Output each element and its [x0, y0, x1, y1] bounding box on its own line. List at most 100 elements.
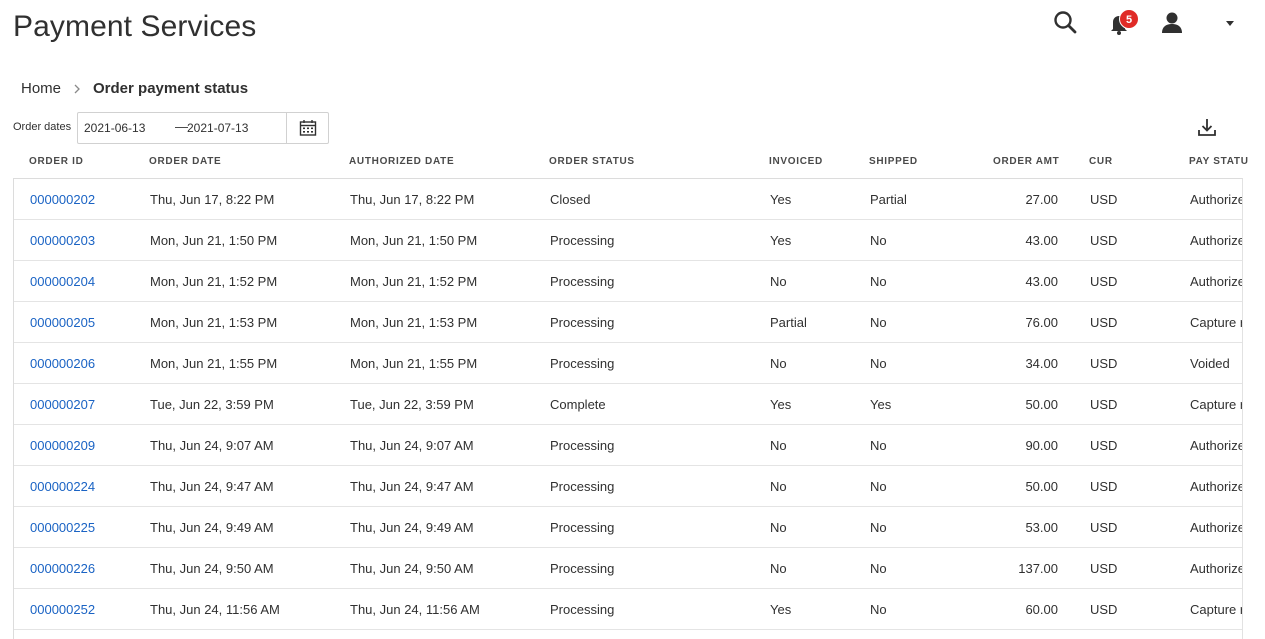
table-row[interactable]: 000000226 Thu, Jun 24, 9:50 AM Thu, Jun 24…	[14, 548, 1242, 589]
order-amount-cell: 50.00	[1025, 397, 1058, 412]
chevron-down-icon[interactable]	[1223, 16, 1237, 30]
order-id-link[interactable]: 000000204	[30, 274, 95, 289]
column-header-invoiced[interactable]: INVOICED	[769, 156, 823, 167]
invoiced-cell: Yes	[770, 602, 792, 617]
column-header-order-amt[interactable]: ORDER AMT	[993, 156, 1059, 167]
invoiced-cell: No	[770, 561, 787, 576]
order-date-cell: Mon, Jun 21, 1:52 PM	[150, 274, 278, 289]
pay-status-cell: Authorize	[1190, 274, 1243, 289]
page-title: Payment Services	[13, 10, 257, 43]
order-status-cell: Processing	[550, 602, 615, 617]
column-header-order-id[interactable]: ORDER ID	[29, 156, 84, 167]
invoiced-cell: No	[770, 438, 787, 453]
pay-status-cell: Authorize	[1190, 438, 1243, 453]
authorized-date-cell: Thu, Jun 24, 11:56 AM	[350, 602, 480, 617]
order-status-cell: Processing	[550, 356, 615, 371]
order-id-link[interactable]: 000000205	[30, 315, 95, 330]
search-icon[interactable]	[1053, 10, 1079, 36]
download-icon[interactable]	[1196, 116, 1218, 138]
order-status-cell: Processing	[550, 274, 615, 289]
currency-cell: USD	[1090, 561, 1118, 576]
table-row[interactable]: 000000209 Thu, Jun 24, 9:07 AM Thu, Jun 24…	[14, 425, 1242, 466]
shipped-cell: No	[870, 438, 887, 453]
breadcrumb-home[interactable]: Home	[21, 80, 61, 97]
order-id-link[interactable]: 000000226	[30, 561, 95, 576]
table-row[interactable]: 000000206 Mon, Jun 21, 1:55 PM Mon, Jun 21…	[14, 343, 1242, 384]
table-row[interactable]: 000000207 Tue, Jun 22, 3:59 PM Tue, Jun 22…	[14, 384, 1242, 425]
currency-cell: USD	[1090, 356, 1118, 371]
order-id-link[interactable]: 000000207	[30, 397, 95, 412]
authorized-date-cell: Mon, Jun 21, 1:52 PM	[350, 274, 478, 289]
column-header-shipped[interactable]: SHIPPED	[869, 156, 918, 167]
column-header-pay-status[interactable]: PAY STATU	[1189, 156, 1249, 167]
shipped-cell: No	[870, 561, 887, 576]
calendar-icon[interactable]	[286, 113, 328, 143]
date-from-input[interactable]	[84, 113, 170, 143]
pay-status-cell: Authorize	[1190, 520, 1243, 535]
notification-badge[interactable]: 5	[1119, 9, 1139, 29]
order-date-cell: Mon, Jun 21, 1:55 PM	[150, 356, 278, 371]
pay-status-cell: Capture r	[1190, 397, 1243, 412]
currency-cell: USD	[1090, 602, 1118, 617]
order-amount-cell: 60.00	[1025, 602, 1058, 617]
authorized-date-cell: Thu, Jun 24, 9:07 AM	[350, 438, 474, 453]
currency-cell: USD	[1090, 315, 1118, 330]
shipped-cell: No	[870, 233, 887, 248]
shipped-cell: No	[870, 602, 887, 617]
currency-cell: USD	[1090, 274, 1118, 289]
order-id-link[interactable]: 000000252	[30, 602, 95, 617]
order-id-link[interactable]: 000000224	[30, 479, 95, 494]
user-icon[interactable]	[1159, 10, 1185, 36]
order-date-cell: Thu, Jun 24, 9:47 AM	[150, 479, 274, 494]
order-date-cell: Thu, Jun 17, 8:22 PM	[150, 192, 275, 207]
order-amount-cell: 50.00	[1025, 479, 1058, 494]
table-row[interactable]: 000000204 Mon, Jun 21, 1:52 PM Mon, Jun 21…	[14, 261, 1242, 302]
order-amount-cell: 43.00	[1025, 274, 1058, 289]
pay-status-cell: Capture r	[1190, 315, 1243, 330]
table-row[interactable]: 000000205 Mon, Jun 21, 1:53 PM Mon, Jun 21…	[14, 302, 1242, 343]
pay-status-cell: Authorize	[1190, 561, 1243, 576]
invoiced-cell: No	[770, 520, 787, 535]
invoiced-cell: Yes	[770, 233, 792, 248]
table-row[interactable]: 000000225 Thu, Jun 24, 9:49 AM Thu, Jun 24…	[14, 507, 1242, 548]
invoiced-cell: No	[770, 356, 787, 371]
order-id-link[interactable]: 000000206	[30, 356, 95, 371]
pay-status-cell: Authorize	[1190, 233, 1243, 248]
date-to-input[interactable]	[187, 113, 277, 143]
order-status-cell: Complete	[550, 397, 606, 412]
breadcrumb: Home Order payment status	[21, 80, 248, 97]
page: Payment Services 5 Home Order payment st…	[0, 0, 1265, 639]
invoiced-cell: No	[770, 479, 787, 494]
authorized-date-cell: Thu, Jun 24, 9:47 AM	[350, 479, 474, 494]
order-date-cell: Thu, Jun 24, 9:50 AM	[150, 561, 274, 576]
order-id-link[interactable]: 000000202	[30, 192, 95, 207]
order-status-cell: Processing	[550, 315, 615, 330]
order-id-link[interactable]: 000000203	[30, 233, 95, 248]
order-date-range: —	[77, 112, 329, 144]
table-row[interactable]: 000000202 Thu, Jun 17, 8:22 PM Thu, Jun 17…	[14, 179, 1242, 220]
shipped-cell: No	[870, 356, 887, 371]
authorized-date-cell: Thu, Jun 17, 8:22 PM	[350, 192, 475, 207]
authorized-date-cell: Thu, Jun 24, 9:49 AM	[350, 520, 474, 535]
pay-status-cell: Authorize	[1190, 192, 1243, 207]
column-header-authorized-date[interactable]: AUTHORIZED DATE	[349, 156, 454, 167]
order-amount-cell: 34.00	[1025, 356, 1058, 371]
invoiced-cell: No	[770, 274, 787, 289]
pay-status-cell: Voided	[1190, 356, 1230, 371]
column-header-order-status[interactable]: ORDER STATUS	[549, 156, 635, 167]
currency-cell: USD	[1090, 438, 1118, 453]
column-header-order-date[interactable]: ORDER DATE	[149, 156, 221, 167]
order-id-link[interactable]: 000000209	[30, 438, 95, 453]
table-row[interactable]: 000000203 Mon, Jun 21, 1:50 PM Mon, Jun 21…	[14, 220, 1242, 261]
column-header-currency[interactable]: CUR	[1089, 156, 1113, 167]
orders-table: ORDER ID ORDER DATE AUTHORIZED DATE ORDE…	[13, 150, 1265, 639]
currency-cell: USD	[1090, 233, 1118, 248]
pay-status-cell: Authorize	[1190, 479, 1243, 494]
invoiced-cell: Partial	[770, 315, 807, 330]
order-amount-cell: 76.00	[1025, 315, 1058, 330]
currency-cell: USD	[1090, 520, 1118, 535]
order-id-link[interactable]: 000000225	[30, 520, 95, 535]
table-row[interactable]: 000000252 Thu, Jun 24, 11:56 AM Thu, Jun 2…	[14, 589, 1242, 630]
table-row[interactable]: 000000224 Thu, Jun 24, 9:47 AM Thu, Jun 24…	[14, 466, 1242, 507]
order-date-cell: Thu, Jun 24, 9:07 AM	[150, 438, 274, 453]
